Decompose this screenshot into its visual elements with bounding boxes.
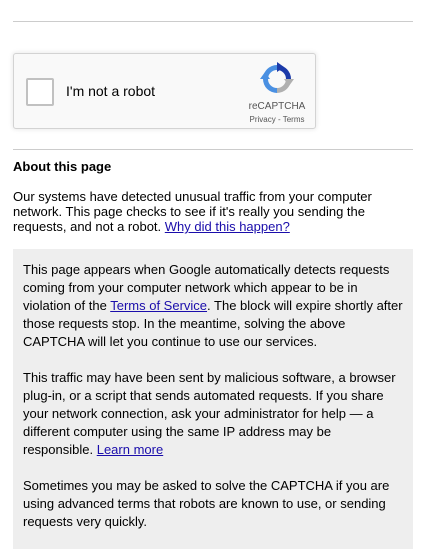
recaptcha-brand-text: reCAPTCHA [248,101,306,112]
recaptcha-terms-link[interactable]: Terms [283,115,305,124]
info-paragraph-2: This traffic may have been sent by malic… [23,369,403,459]
info-p2-text-a: This traffic may have been sent by malic… [23,370,396,457]
about-intro: Our systems have detected unusual traffi… [13,189,393,234]
recaptcha-privacy-link[interactable]: Privacy [250,115,276,124]
recaptcha-label: I'm not a robot [66,83,156,99]
why-did-this-happen-link[interactable]: Why did this happen? [165,219,290,234]
middle-divider [13,149,413,150]
recaptcha-links: Privacy - Terms [242,115,312,124]
info-box: This page appears when Google automatica… [13,249,413,549]
terms-of-service-link[interactable]: Terms of Service [110,298,207,313]
learn-more-link[interactable]: Learn more [97,442,163,457]
info-paragraph-1: This page appears when Google automatica… [23,261,403,351]
recaptcha-checkbox[interactable] [26,78,54,106]
info-paragraph-3: Sometimes you may be asked to solve the … [23,478,390,529]
recaptcha-branding: reCAPTCHA Privacy - Terms [242,62,312,124]
recaptcha-logo-icon [260,62,294,93]
recaptcha-widget: I'm not a robot reCAPTCHA Privacy - Term… [13,53,316,129]
top-divider [13,21,413,22]
recaptcha-link-separator: - [277,115,281,124]
about-heading: About this page [13,159,112,174]
